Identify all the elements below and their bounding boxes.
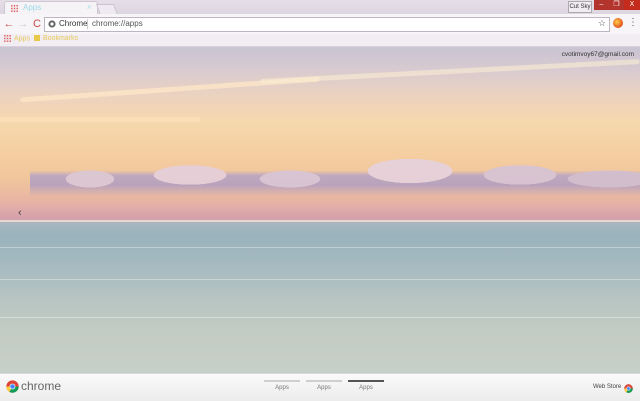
extension-icon[interactable] — [613, 18, 623, 28]
folder-icon — [34, 35, 40, 42]
title-bar: Apps × Cut Sky – ❐ X — [0, 0, 640, 15]
cloud-streak — [0, 117, 200, 122]
maximize-button[interactable]: ❐ — [609, 0, 624, 10]
tab-close-icon[interactable]: × — [87, 2, 92, 12]
page-switcher-label: Apps — [275, 385, 289, 391]
horizon-line — [0, 220, 640, 222]
apps-grid-icon — [4, 35, 11, 42]
close-window-button[interactable]: X — [624, 0, 640, 10]
page-switcher-2[interactable]: Apps — [306, 380, 342, 391]
page-switcher-bar — [264, 380, 300, 382]
page-switcher-1[interactable]: Apps — [264, 380, 300, 391]
bookmark-apps[interactable]: Apps — [4, 35, 30, 42]
water-streak — [0, 317, 640, 318]
forward-button[interactable]: → — [17, 18, 29, 30]
water-streak — [0, 247, 640, 248]
omnibox-chip-label: Chrome — [59, 19, 88, 28]
minimize-button[interactable]: – — [594, 0, 609, 10]
back-button[interactable]: ← — [3, 18, 15, 30]
bookmark-folder[interactable]: Bookmarks — [34, 35, 78, 42]
apps-grid-icon — [11, 5, 18, 12]
cloud-band — [30, 149, 640, 197]
menu-icon[interactable]: ⋮ — [628, 17, 638, 28]
cloud-streak — [260, 59, 640, 84]
chrome-wordmark: chrome — [21, 379, 62, 393]
web-store-icon[interactable] — [624, 384, 633, 393]
url-text[interactable]: chrome://apps — [92, 19, 143, 28]
chrome-page-icon — [48, 20, 56, 28]
page-switcher-bar — [348, 380, 384, 382]
web-store-link[interactable]: Web Store — [593, 384, 621, 390]
omnibox-separator — [87, 19, 88, 29]
bookmark-folder-label: Bookmarks — [43, 35, 79, 42]
page-switcher-label: Apps — [317, 385, 331, 391]
tab-apps[interactable]: Apps × — [4, 1, 98, 15]
tab-title: Apps — [23, 3, 42, 12]
bookmark-star-icon[interactable]: ☆ — [598, 18, 606, 29]
page-switcher-label: Apps — [359, 385, 373, 391]
page-switcher-bar — [306, 380, 342, 382]
address-bar[interactable]: Chrome chrome://apps ☆ — [44, 17, 610, 32]
user-email[interactable]: cvotimvoy67@gmail.com — [562, 51, 634, 58]
water-streak — [0, 279, 640, 280]
previous-page-arrow-icon[interactable]: ‹ — [18, 207, 22, 219]
apps-page-background: cvotimvoy67@gmail.com ‹ — [0, 47, 640, 373]
bottom-bar: chrome Apps Apps Apps Web Store — [0, 373, 640, 401]
chrome-logo-icon — [6, 380, 19, 393]
profile-button[interactable]: Cut Sky — [568, 1, 592, 13]
toolbar: ← → C Chrome chrome://apps ☆ ⋮ — [0, 14, 640, 34]
page-switcher-3[interactable]: Apps — [348, 380, 384, 391]
bookmarks-bar: Apps Bookmarks — [0, 34, 640, 47]
reload-button[interactable]: C — [31, 18, 43, 30]
bookmark-apps-label: Apps — [14, 35, 30, 43]
